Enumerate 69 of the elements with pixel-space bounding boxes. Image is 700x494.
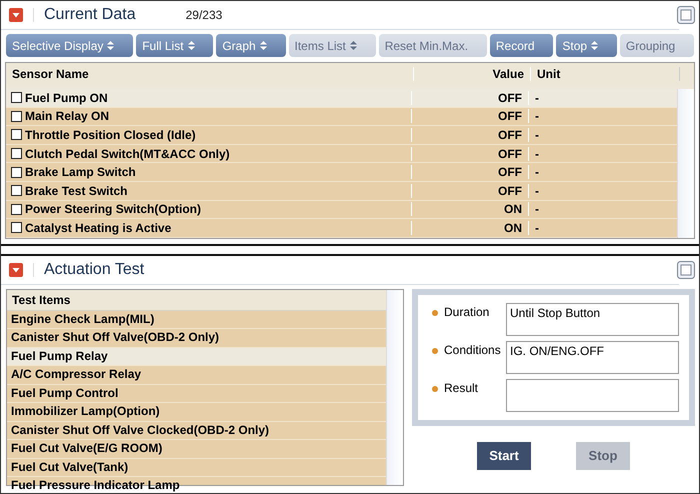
sensor-name: Catalyst Heating is Active — [25, 220, 172, 235]
sensor-name: Brake Lamp Switch — [25, 165, 136, 180]
sensor-value: OFF — [411, 128, 528, 142]
sensor-value: OFF — [411, 90, 528, 105]
checkbox[interactable] — [11, 185, 22, 196]
field-label: Conditions — [444, 342, 500, 357]
collapse-icon[interactable] — [9, 8, 34, 22]
checkbox[interactable] — [11, 204, 22, 215]
sensor-name: Main Relay ON — [25, 109, 110, 124]
collapse-icon[interactable] — [9, 262, 34, 277]
spinner-icon — [591, 40, 598, 51]
sensor-name: Power Steering Switch(Option) — [25, 202, 202, 216]
sensor-name: Throttle Position Closed (Idle) — [25, 128, 196, 142]
test-item[interactable]: Fuel Pump Control — [7, 384, 386, 404]
checkbox[interactable] — [11, 129, 22, 140]
test-item[interactable]: Canister Shut Off Valve Clocked(OBD-2 Only) — [7, 422, 386, 440]
sensor-value: OFF — [411, 109, 528, 124]
sensor-value: OFF — [411, 184, 528, 198]
column-header: Unit — [530, 67, 680, 81]
test-item[interactable]: Engine Check Lamp(MIL) — [7, 310, 386, 330]
field-label: Duration — [444, 304, 490, 319]
panel-title: Actuation Test — [44, 260, 144, 279]
checkbox[interactable] — [11, 222, 22, 234]
table-row[interactable]: Power Steering Switch(Option) ON - — [6, 200, 677, 220]
splitter-bar[interactable] — [1, 244, 699, 256]
sensor-value: ON — [411, 202, 528, 216]
text-area[interactable] — [506, 378, 679, 412]
panel-title: Current Data — [44, 6, 136, 24]
field-label: Result — [444, 380, 480, 395]
table-row[interactable]: Brake Test Switch OFF - — [6, 182, 677, 201]
bullet-icon — [432, 310, 438, 316]
spinner-icon — [350, 40, 357, 51]
scrollbar[interactable] — [386, 290, 403, 485]
table-row[interactable]: Throttle Position Closed (Idle) OFF - — [6, 126, 677, 145]
maximize-icon[interactable] — [677, 260, 695, 279]
checkbox[interactable] — [11, 166, 22, 178]
column-header: Sensor Name — [11, 67, 90, 81]
table-row[interactable]: Fuel Pump ON OFF - — [6, 89, 677, 108]
sensor-name: Fuel Pump ON — [25, 90, 108, 105]
table-row[interactable]: Main Relay ON OFF - — [6, 108, 677, 126]
text-area[interactable]: Until Stop Button — [506, 302, 679, 336]
bullet-icon — [432, 348, 438, 354]
spinner-icon — [188, 40, 195, 51]
column-header: Value — [413, 67, 530, 81]
sensor-name: Clutch Pedal Switch(MT&ACC Only) — [25, 146, 230, 161]
sensor-value: ON — [411, 220, 528, 235]
bullet-icon — [432, 386, 438, 392]
test-item[interactable]: Fuel Cut Valve(Tank) — [7, 458, 386, 478]
spinner-icon — [107, 40, 114, 51]
spinner-icon — [260, 40, 267, 51]
table-row[interactable]: Brake Lamp Switch OFF - — [6, 163, 677, 182]
test-item[interactable]: Fuel Cut Valve(E/G ROOM) — [7, 440, 386, 459]
sensor-value: OFF — [411, 146, 528, 161]
checkbox[interactable] — [11, 92, 22, 104]
action-button[interactable]: Start — [477, 442, 531, 470]
column-header: Test Items — [7, 290, 386, 311]
test-item[interactable]: A/C Compressor Relay — [7, 366, 386, 385]
sensor-name: Brake Test Switch — [25, 184, 128, 198]
maximize-icon[interactable] — [677, 6, 695, 24]
test-item[interactable]: Fuel Pump Relay — [7, 348, 386, 366]
sensor-value: OFF — [411, 165, 528, 180]
checkbox[interactable] — [11, 110, 22, 122]
text-area[interactable]: IG. ON/ENG.OFF — [506, 340, 679, 374]
item-count: 29/233 — [186, 8, 222, 22]
scrollbar[interactable] — [677, 89, 694, 238]
table-row[interactable]: Catalyst Heating is Active ON - — [6, 219, 677, 238]
table-row[interactable]: Clutch Pedal Switch(MT&ACC Only) OFF - — [6, 144, 677, 164]
test-item[interactable]: Immobilizer Lamp(Option) — [7, 403, 386, 422]
checkbox[interactable] — [11, 148, 22, 160]
